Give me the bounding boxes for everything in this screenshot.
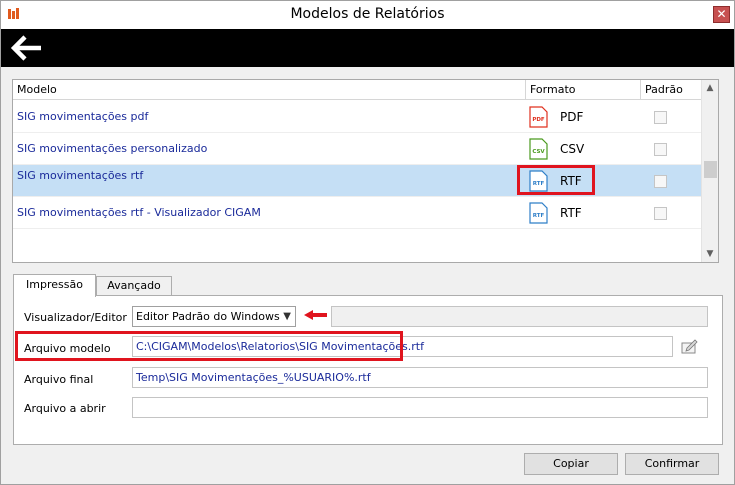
format-label: CSV <box>560 142 585 156</box>
format-label: PDF <box>560 110 584 124</box>
rtf-icon-text: RTF <box>533 213 545 219</box>
tab-avancado[interactable]: Avançado <box>96 276 172 296</box>
default-checkbox[interactable] <box>654 207 667 220</box>
pdf-icon-text: PDF <box>532 117 545 123</box>
open-file-field[interactable] <box>132 397 708 418</box>
chevron-down-icon: ▼ <box>283 311 291 322</box>
table-row[interactable]: SIG movimentações rtf - Visualizador CIG… <box>13 197 701 229</box>
model-name: SIG movimentações rtf - Visualizador CIG… <box>17 206 261 219</box>
rtf-file-icon: RTF <box>529 202 548 224</box>
scroll-thumb[interactable] <box>704 161 717 178</box>
grid-header: Modelo Formato Padrão <box>13 80 701 100</box>
open-file-label: Arquivo a abrir <box>24 402 106 415</box>
model-file-highlight-box <box>15 331 403 361</box>
default-checkbox[interactable] <box>654 175 667 188</box>
report-models-window: Modelos de Relatórios ✕ Modelo Formato P… <box>0 0 735 485</box>
column-header-default[interactable]: Padrão <box>641 80 701 100</box>
viewer-label: Visualizador/Editor <box>24 311 127 324</box>
table-row[interactable]: SIG movimentações pdf PDF PDF <box>13 101 701 133</box>
model-name: SIG movimentações rtf <box>17 169 144 182</box>
red-pointer-arrow-icon <box>304 310 327 320</box>
column-header-model[interactable]: Modelo <box>13 80 526 100</box>
scroll-up-icon[interactable]: ▲ <box>702 80 718 96</box>
model-name: SIG movimentações pdf <box>17 110 149 123</box>
models-grid: Modelo Formato Padrão SIG movimentações … <box>12 79 719 263</box>
arrow-left-icon[interactable] <box>11 35 43 61</box>
tab-impressao[interactable]: Impressão <box>13 274 96 297</box>
column-header-format[interactable]: Formato <box>526 80 641 100</box>
vertical-scrollbar[interactable]: ▲ ▼ <box>701 80 718 262</box>
final-file-field[interactable]: Temp\SIG Movimentações_%USUARIO%.rtf <box>132 367 708 388</box>
viewer-select-value: Editor Padrão do Windows <box>136 310 280 323</box>
format-label: RTF <box>560 206 582 220</box>
csv-file-icon: CSV <box>529 138 548 160</box>
default-checkbox[interactable] <box>654 111 667 124</box>
window-title: Modelos de Relatórios <box>290 6 445 22</box>
edit-file-icon[interactable] <box>681 339 698 354</box>
table-row-selected[interactable]: SIG movimentações rtf RTF RTF <box>13 165 701 197</box>
confirm-button[interactable]: Confirmar <box>625 453 719 475</box>
default-checkbox[interactable] <box>654 143 667 156</box>
pdf-file-icon: PDF <box>529 106 548 128</box>
csv-icon-text: CSV <box>532 149 545 155</box>
scroll-down-icon[interactable]: ▼ <box>702 246 718 262</box>
close-button[interactable]: ✕ <box>713 6 730 23</box>
title-bar: Modelos de Relatórios ✕ <box>1 1 734 29</box>
copy-button[interactable]: Copiar <box>524 453 618 475</box>
viewer-select[interactable]: Editor Padrão do Windows ▼ <box>132 306 296 327</box>
toolbar <box>1 29 734 67</box>
format-highlight-box <box>517 165 595 195</box>
final-file-label: Arquivo final <box>24 373 94 386</box>
viewer-extra-field <box>331 306 708 327</box>
